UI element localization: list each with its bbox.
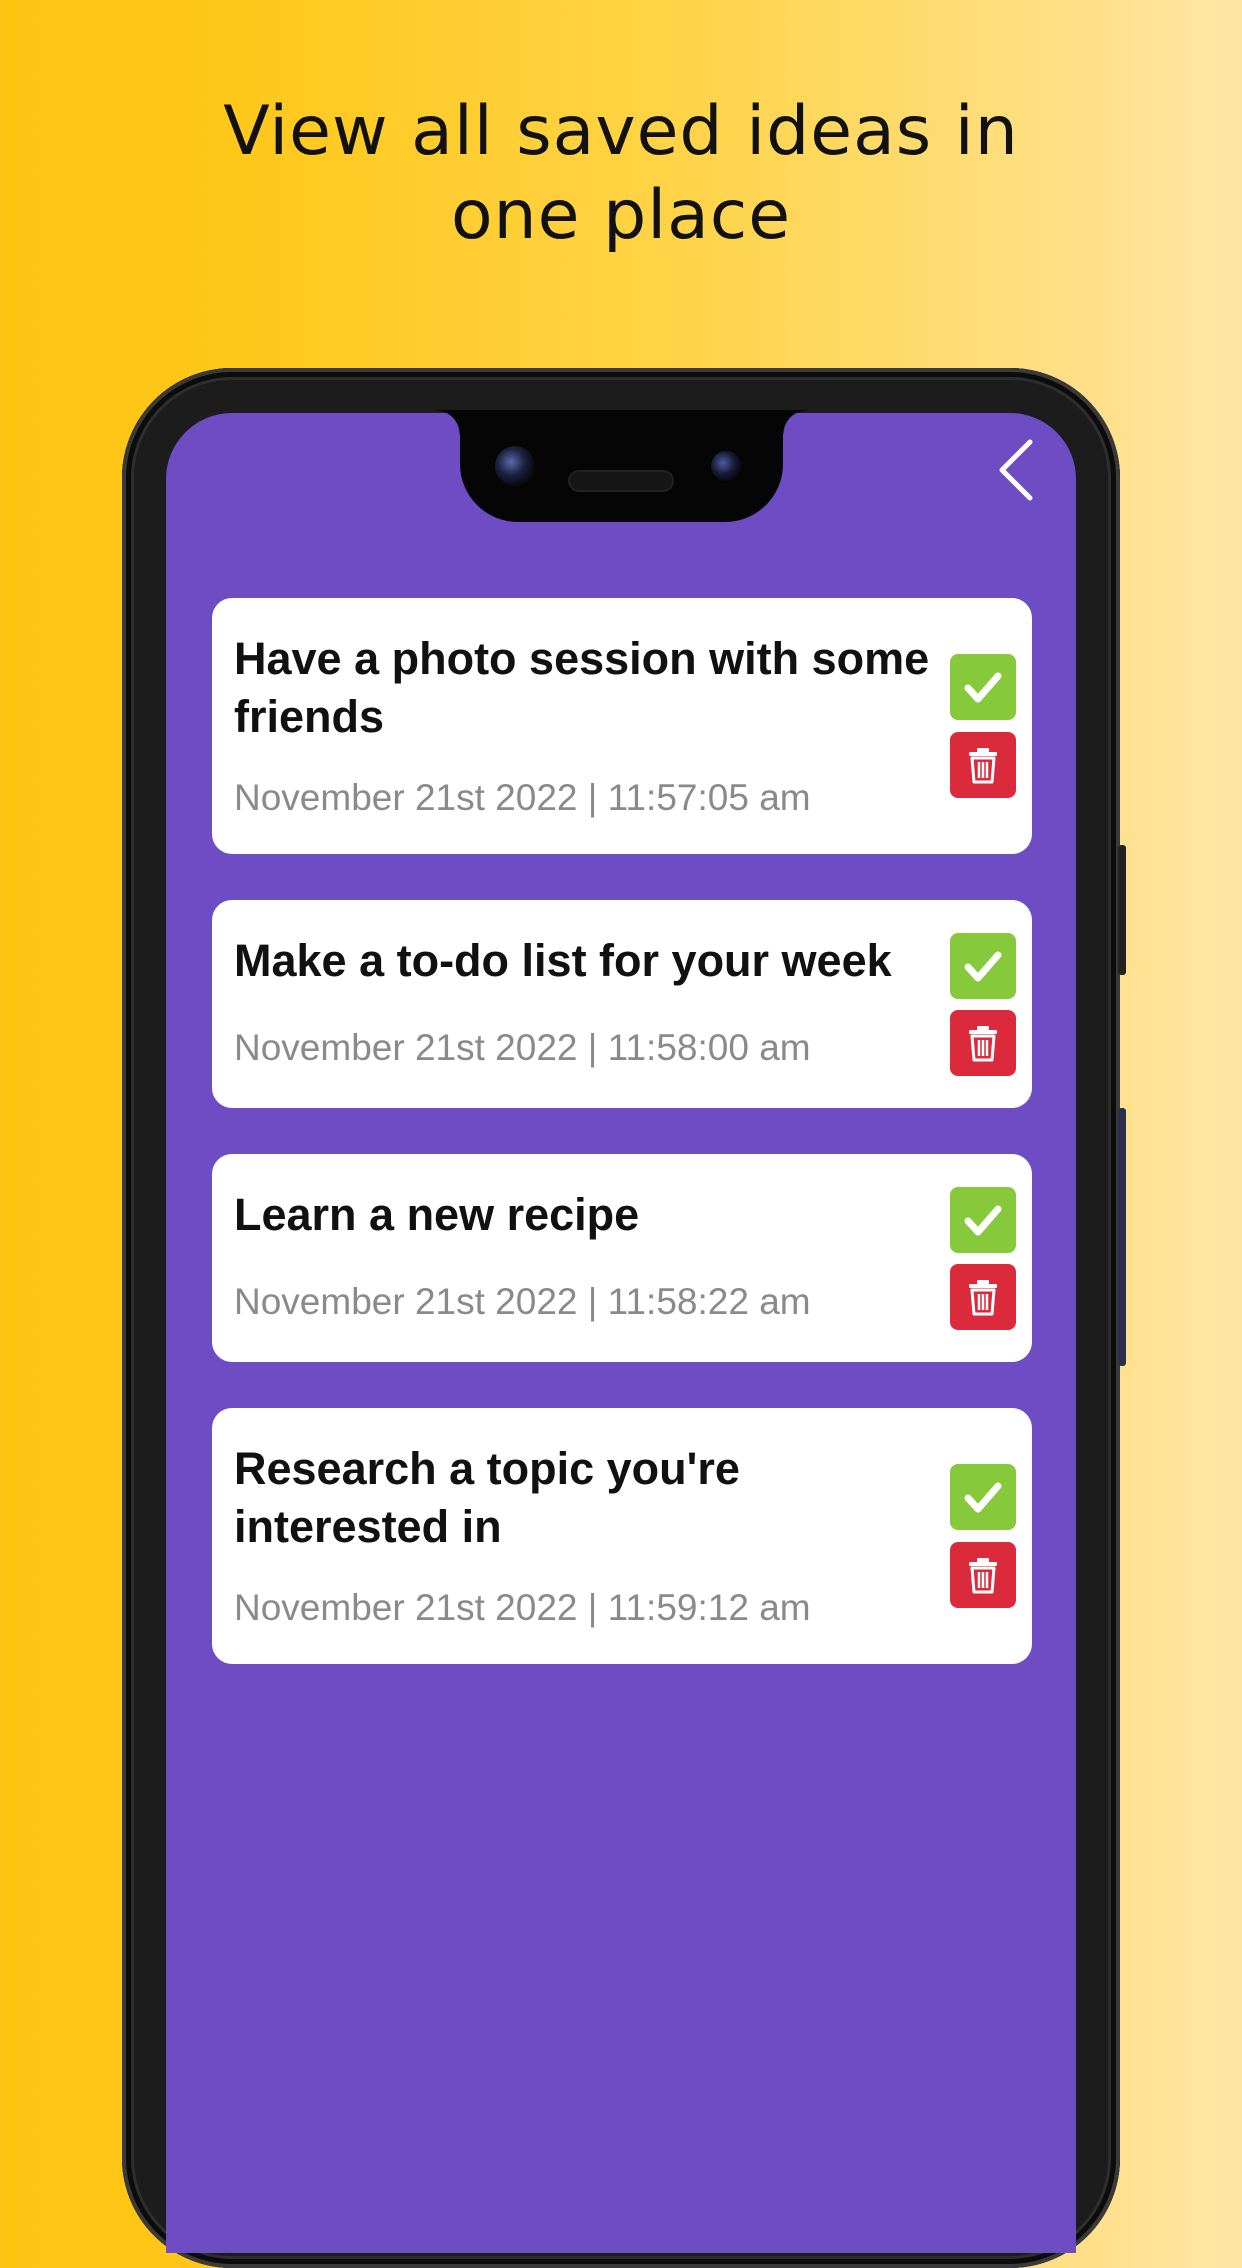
- mark-done-button[interactable]: [950, 654, 1016, 720]
- back-button[interactable]: [990, 436, 1042, 504]
- checkmark-icon: [964, 672, 1002, 703]
- trash-icon: [969, 1026, 997, 1062]
- headline-line-2: one place: [450, 176, 792, 255]
- mark-done-button[interactable]: [950, 933, 1016, 999]
- delete-button[interactable]: [950, 732, 1016, 798]
- trash-icon: [969, 1558, 997, 1594]
- chevron-left-icon: [999, 439, 1033, 501]
- idea-card: Learn a new recipe November 21st 2022 | …: [212, 1154, 1032, 1362]
- phone-volume-button: [1118, 1108, 1126, 1366]
- idea-card: Have a photo session with some friends N…: [212, 598, 1032, 854]
- proximity-sensor-icon: [711, 451, 741, 481]
- headline-line-1: View all saved ideas in: [223, 92, 1019, 171]
- idea-date: November 21st 2022 | 11:58:00 am: [234, 1027, 811, 1068]
- idea-title: Have a photo session with some friends: [234, 633, 930, 742]
- idea-title: Make a to-do list for your week: [234, 935, 892, 986]
- mark-done-button[interactable]: [950, 1464, 1016, 1530]
- checkmark-icon: [964, 951, 1002, 982]
- delete-button[interactable]: [950, 1010, 1016, 1076]
- checkmark-icon: [964, 1482, 1002, 1513]
- idea-date: November 21st 2022 | 11:59:12 am: [234, 1587, 811, 1628]
- delete-button[interactable]: [950, 1264, 1016, 1330]
- headline: View all saved ideas in one place: [0, 90, 1242, 258]
- mark-done-button[interactable]: [950, 1187, 1016, 1253]
- idea-card: Make a to-do list for your week November…: [212, 900, 1032, 1108]
- delete-button[interactable]: [950, 1542, 1016, 1608]
- idea-title: Learn a new recipe: [234, 1189, 640, 1240]
- idea-title: Research a topic you're interested in: [234, 1443, 740, 1552]
- idea-date: November 21st 2022 | 11:57:05 am: [234, 777, 811, 818]
- checkmark-icon: [964, 1205, 1002, 1236]
- trash-icon: [969, 748, 997, 784]
- earpiece-speaker: [568, 470, 674, 492]
- phone-power-button: [1118, 845, 1126, 975]
- front-camera-icon: [495, 446, 535, 486]
- trash-icon: [969, 1280, 997, 1316]
- idea-date: November 21st 2022 | 11:58:22 am: [234, 1281, 811, 1322]
- idea-card: Research a topic you're interested in No…: [212, 1408, 1032, 1664]
